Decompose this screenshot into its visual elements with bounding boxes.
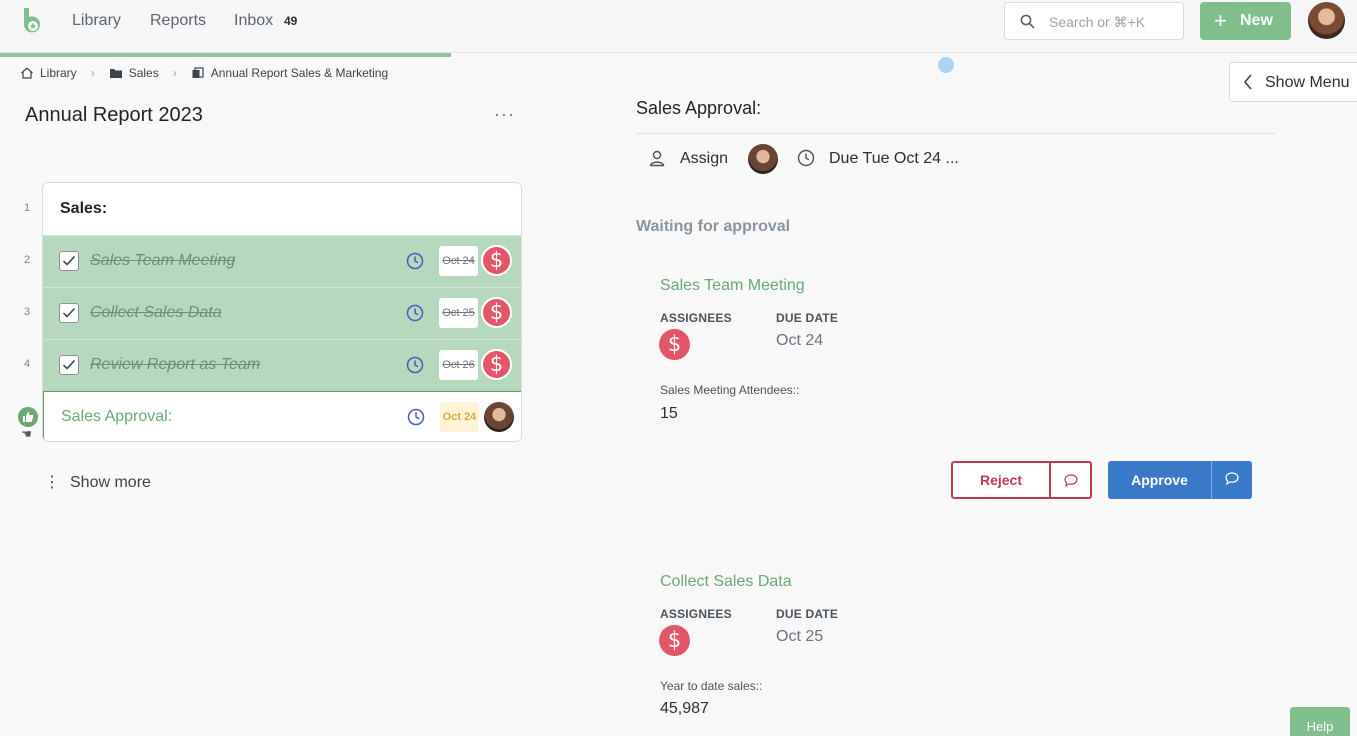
dollar-icon[interactable]: $ <box>481 245 512 276</box>
thumbs-up-icon <box>18 407 38 427</box>
field-label: Year to date sales:: <box>660 679 763 693</box>
line-number: 2 <box>23 254 31 266</box>
plus-icon: + <box>1214 8 1227 33</box>
approval-panel-title: Sales Approval: <box>636 98 762 118</box>
approval-label[interactable]: Sales Approval: <box>61 408 172 426</box>
dollar-icon[interactable]: $ <box>481 297 512 328</box>
checklist: Sales: Sales Team Meeting Oct 24 $ Colle… <box>42 182 522 442</box>
check-icon <box>62 359 76 370</box>
task-due-date[interactable]: Oct 25 <box>439 298 478 328</box>
task-due-date[interactable]: Oct 26 <box>439 350 478 380</box>
clock-icon[interactable] <box>406 356 424 374</box>
card-due-date: Oct 24 <box>776 332 824 349</box>
search-placeholder: Search or ⌘+K <box>1049 14 1146 30</box>
task-row[interactable]: Sales Team Meeting Oct 24 $ <box>43 235 521 287</box>
new-button-label: New <box>1240 12 1273 29</box>
assignee-avatar[interactable] <box>748 144 778 174</box>
logo-icon[interactable] <box>20 6 46 36</box>
breadcrumb-folder[interactable]: Sales <box>129 66 159 80</box>
top-bar: Library Reports Inbox 49 Search or ⌘+K +… <box>0 0 1357 53</box>
dollar-icon: $ <box>659 329 690 360</box>
waiting-status: Waiting for approval <box>636 218 791 235</box>
inbox-count-badge: 49 <box>284 14 298 28</box>
approver-avatar[interactable] <box>484 402 514 432</box>
dollar-icon: $ <box>659 625 690 656</box>
user-avatar[interactable] <box>1308 2 1345 39</box>
show-more-button[interactable]: ⋮ Show more <box>44 472 151 492</box>
clock-icon[interactable] <box>406 304 424 322</box>
approval-due-date[interactable]: Oct 24 <box>440 402 479 432</box>
search-icon <box>1020 14 1035 29</box>
help-button[interactable]: Help <box>1290 707 1350 736</box>
task-checkbox[interactable] <box>59 251 79 271</box>
field-value: 45,987 <box>660 700 709 717</box>
search-input[interactable]: Search or ⌘+K <box>1004 2 1184 40</box>
kebab-icon: ⋮ <box>44 474 60 491</box>
task-checkbox[interactable] <box>59 303 79 323</box>
assignees-label: ASSIGNEES <box>660 311 732 325</box>
due-date-label: DUE DATE <box>776 311 839 325</box>
reject-button[interactable]: Reject <box>951 461 1051 499</box>
due-date-label: DUE DATE <box>776 607 839 621</box>
clock-icon[interactable] <box>797 149 815 167</box>
approval-card: Collect Sales Data ASSIGNEES DUE DATE $ … <box>636 554 1275 736</box>
document-title[interactable]: Annual Report 2023 <box>25 104 203 127</box>
card-due-date: Oct 25 <box>776 628 824 645</box>
show-menu-label: Show Menu <box>1265 74 1350 91</box>
new-button[interactable]: + New <box>1200 2 1291 40</box>
breadcrumb-document[interactable]: Annual Report Sales & Marketing <box>211 66 388 80</box>
approval-row[interactable]: Sales Approval: Oct 24 <box>43 391 521 441</box>
card-title: Sales Team Meeting <box>660 277 805 294</box>
dollar-icon[interactable]: $ <box>481 349 512 380</box>
task-row[interactable]: Collect Sales Data Oct 25 $ <box>43 287 521 339</box>
document-icon <box>192 67 204 78</box>
task-row[interactable]: Review Report as Team Oct 26 $ <box>43 339 521 391</box>
divider <box>636 133 1275 134</box>
chevron-right-icon: › <box>90 66 95 80</box>
nav-inbox[interactable]: Inbox <box>234 12 273 30</box>
show-menu-button[interactable]: Show Menu <box>1229 62 1357 102</box>
chevron-left-icon <box>1243 74 1252 90</box>
task-due-date[interactable]: Oct 24 <box>439 246 478 276</box>
hand-cursor-icon: ☚ <box>21 427 32 441</box>
comment-icon <box>1064 474 1078 487</box>
field-label: Sales Meeting Attendees:: <box>660 383 800 397</box>
folder-icon <box>109 69 122 78</box>
clock-icon[interactable] <box>407 408 425 426</box>
check-icon <box>62 307 76 318</box>
breadcrumb-library[interactable]: Library <box>40 66 77 80</box>
task-label[interactable]: Collect Sales Data <box>90 304 222 322</box>
home-icon <box>21 67 33 79</box>
approve-comment-button[interactable] <box>1211 461 1252 499</box>
breadcrumb: Library › Sales › Annual Report Sales & … <box>20 66 388 80</box>
show-more-label: Show more <box>70 474 151 491</box>
task-label[interactable]: Sales Team Meeting <box>90 252 235 270</box>
cursor-indicator <box>938 57 954 73</box>
check-icon <box>62 255 76 266</box>
reject-comment-button[interactable] <box>1049 461 1092 499</box>
checklist-title: Sales: <box>60 200 108 217</box>
task-label[interactable]: Review Report as Team <box>90 356 260 374</box>
line-number: 4 <box>23 358 31 370</box>
comment-icon <box>1225 472 1239 485</box>
assign-button[interactable]: Assign <box>680 150 728 168</box>
approve-button[interactable]: Approve <box>1108 461 1211 499</box>
chevron-right-icon: › <box>172 66 177 80</box>
assignees-label: ASSIGNEES <box>660 607 732 621</box>
more-options-button[interactable]: ··· <box>494 104 515 125</box>
loading-progress-bar <box>0 53 451 57</box>
card-title: Collect Sales Data <box>660 573 792 590</box>
nav-reports[interactable]: Reports <box>150 12 206 30</box>
nav-library[interactable]: Library <box>72 12 121 30</box>
line-number: 3 <box>23 306 31 318</box>
due-date-button[interactable]: Due Tue Oct 24 ... <box>829 150 959 168</box>
task-checkbox[interactable] <box>59 355 79 375</box>
checklist-header[interactable]: Sales: <box>43 183 521 235</box>
clock-icon[interactable] <box>406 252 424 270</box>
field-value: 15 <box>660 405 678 422</box>
line-number: 1 <box>23 202 31 214</box>
person-icon[interactable] <box>648 149 666 167</box>
